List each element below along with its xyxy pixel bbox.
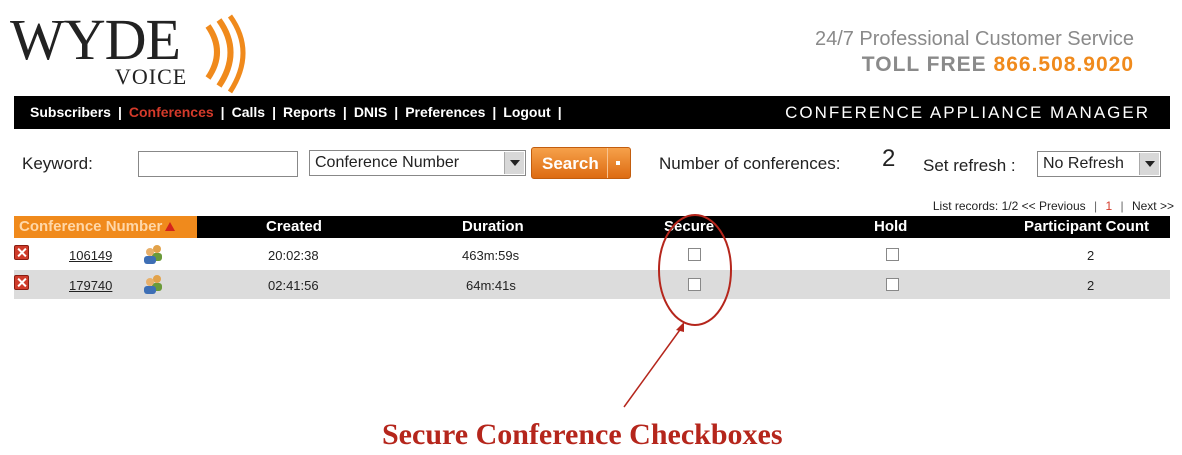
annotation-caption: Secure Conference Checkboxes xyxy=(382,418,783,451)
annotation-overlay xyxy=(623,214,732,408)
arrow-head-icon xyxy=(676,322,684,332)
highlight-ellipse xyxy=(658,214,732,326)
annotation-arrow xyxy=(623,326,683,408)
